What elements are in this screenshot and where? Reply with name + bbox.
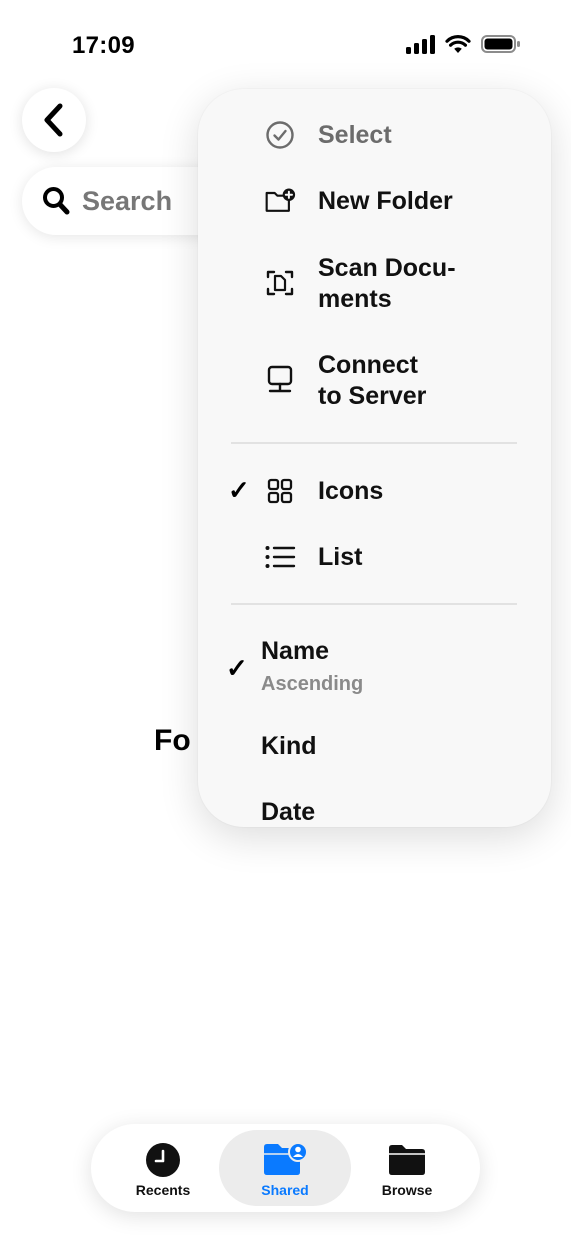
menu-divider xyxy=(231,603,517,605)
menu-item-label-line1: Scan Docu- xyxy=(318,254,456,282)
menu-divider xyxy=(231,442,517,444)
menu-item-list-view[interactable]: List xyxy=(198,539,551,575)
tab-bar: Recents Shared Browse xyxy=(91,1124,480,1212)
list-icon xyxy=(264,541,296,573)
sort-option-label: Kind xyxy=(261,732,317,760)
menu-item-icons-view[interactable]: ✓ Icons xyxy=(198,473,551,509)
battery-icon xyxy=(481,35,520,53)
sort-option-label: Name xyxy=(261,637,330,665)
menu-item-sort-kind[interactable]: Kind xyxy=(198,729,551,765)
clock-icon xyxy=(145,1142,181,1178)
menu-item-label: New Folder xyxy=(318,187,453,215)
folder-plus-icon xyxy=(264,185,296,217)
status-time: 17:09 xyxy=(72,32,135,59)
sort-option-label: Date xyxy=(261,798,316,826)
view-options-menu: Select New Folder Scan Docu- ments Conne… xyxy=(198,89,551,827)
menu-item-label-line2: to Server xyxy=(318,382,427,410)
status-icons xyxy=(406,34,521,54)
menu-item-scan-documents[interactable]: Scan Docu- ments xyxy=(198,251,551,317)
menu-item-connect-to-server[interactable]: Connect to Server xyxy=(198,348,551,414)
menu-item-label: Select xyxy=(318,121,392,149)
scan-document-icon xyxy=(264,267,296,299)
wifi-icon xyxy=(445,35,471,53)
checkmark-icon: ✓ xyxy=(228,475,250,505)
menu-item-label-line2: ments xyxy=(318,285,392,313)
menu-item-label: Icons xyxy=(318,477,384,505)
cellular-signal-icon xyxy=(406,34,435,54)
tab-recents[interactable]: Recents xyxy=(97,1130,229,1206)
menu-item-label: List xyxy=(318,543,363,571)
tab-shared[interactable]: Shared xyxy=(219,1130,351,1206)
tab-browse[interactable]: Browse xyxy=(341,1130,473,1206)
chevron-left-icon xyxy=(44,103,63,137)
folder-icon xyxy=(387,1142,427,1178)
back-button[interactable] xyxy=(22,88,86,152)
menu-item-sort-date[interactable]: Date xyxy=(198,795,551,827)
server-icon xyxy=(264,364,296,396)
shared-folder-icon xyxy=(262,1142,308,1178)
grid-icon xyxy=(264,475,296,507)
menu-item-label-line1: Connect xyxy=(318,351,418,379)
status-bar: 17:09 xyxy=(0,0,571,90)
tab-label: Browse xyxy=(381,1182,433,1198)
tab-label: Shared xyxy=(261,1182,309,1198)
empty-state-text: Fo xyxy=(154,724,191,757)
sort-option-sublabel: Ascending xyxy=(261,673,364,695)
checkmark-icon: ✓ xyxy=(226,653,248,683)
menu-item-new-folder[interactable]: New Folder xyxy=(198,183,551,219)
menu-item-sort-name[interactable]: ✓ Name Ascending xyxy=(198,634,551,700)
tab-label: Recents xyxy=(135,1182,191,1198)
checkmark-circle-icon xyxy=(264,119,296,151)
search-icon xyxy=(43,187,70,215)
menu-item-select[interactable]: Select xyxy=(198,117,551,153)
search-placeholder: Search xyxy=(82,185,173,216)
